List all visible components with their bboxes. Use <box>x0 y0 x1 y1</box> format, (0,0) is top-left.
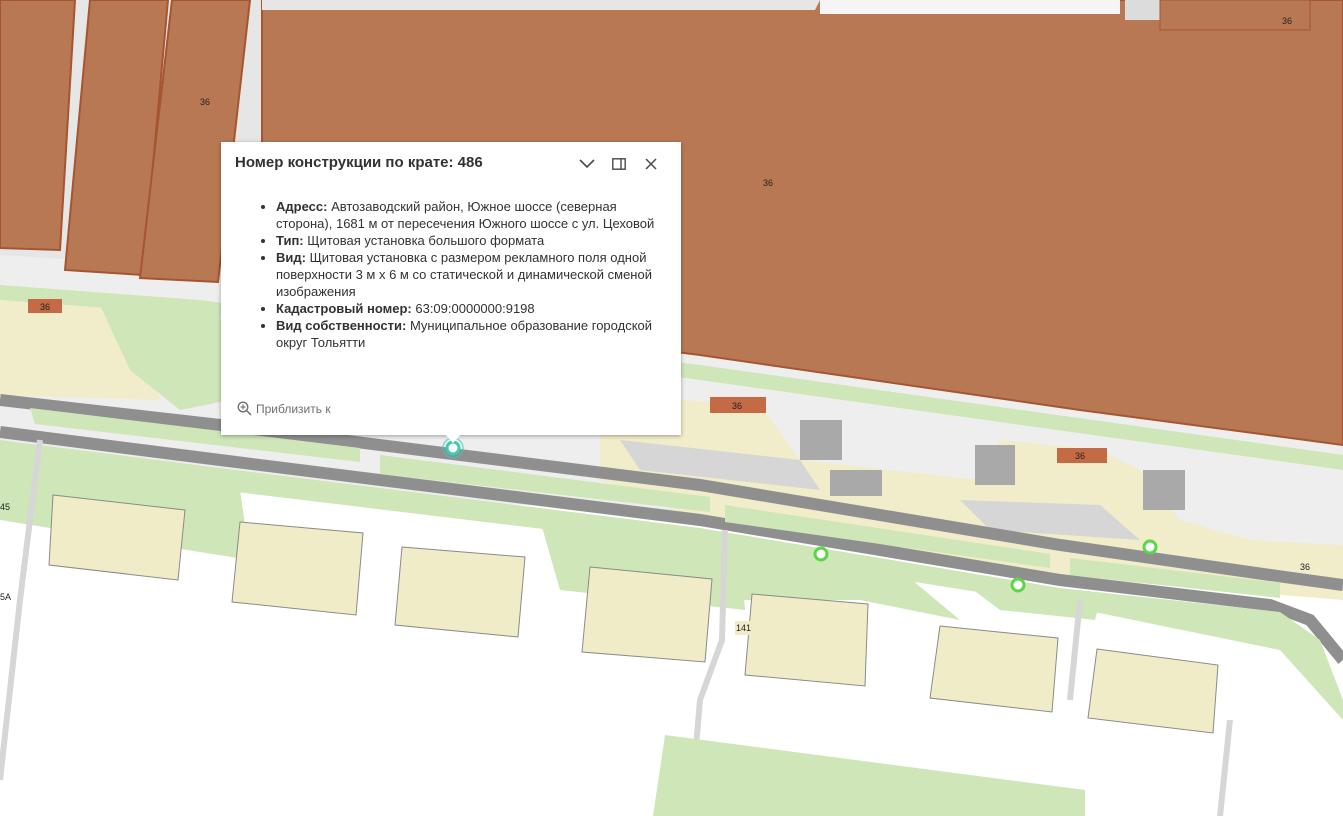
lot-6 <box>929 625 1059 713</box>
feature-point[interactable] <box>813 546 829 562</box>
building-notch <box>262 0 820 10</box>
zoom-to-label: Приблизить к <box>256 401 331 416</box>
map-label: 36 <box>732 401 742 411</box>
popup-pointer <box>444 433 462 443</box>
attribute-cadastral-number: Кадастровый номер: 63:09:0000000:9198 <box>276 300 665 317</box>
dock-icon <box>612 158 626 170</box>
attribute-value: 63:09:0000000:9198 <box>415 301 535 316</box>
feature-point[interactable] <box>1010 577 1026 593</box>
feature-popup: Номер конструкции по крате: 486 Адресс: … <box>221 142 681 443</box>
map-label: 5А <box>0 592 11 602</box>
map-label: 36 <box>200 97 210 107</box>
map-label: 141 <box>736 623 751 633</box>
notch-strip <box>820 0 1120 14</box>
map-label: 45 <box>0 502 10 512</box>
collapse-button[interactable] <box>571 153 603 175</box>
zoom-in-icon <box>237 401 252 416</box>
lot-4 <box>581 566 713 663</box>
attribute-label: Кадастровый номер: <box>276 301 412 316</box>
attribute-value: Автозаводский район, Южное шоссе (северн… <box>276 199 655 231</box>
attribute-label: Адресс: <box>276 199 328 214</box>
attribute-value: Щитовая установка большого формата <box>307 233 545 248</box>
popup-actions <box>571 153 667 175</box>
map-label: 36 <box>1300 562 1310 572</box>
gray-block-3 <box>1143 470 1185 510</box>
attribute-kind: Вид: Щитовая установка с размером реклам… <box>276 249 665 300</box>
feature-point[interactable] <box>1142 539 1158 555</box>
popup-title: Номер конструкции по крате: 486 <box>235 154 483 171</box>
map-label: 36 <box>1075 451 1085 461</box>
zoom-to-button[interactable]: Приблизить к <box>237 401 331 416</box>
attribute-ownership: Вид собственности: Муниципальное образов… <box>276 317 665 351</box>
lot-5 <box>744 593 869 687</box>
gray-block-1 <box>800 420 842 460</box>
gray-block-4 <box>830 470 882 496</box>
attribute-label: Вид собственности: <box>276 318 407 333</box>
popup-content: Адресс: Автозаводский район, Южное шоссе… <box>235 198 665 351</box>
attribute-list: Адресс: Автозаводский район, Южное шоссе… <box>235 198 665 351</box>
selected-feature-point[interactable] <box>445 440 461 456</box>
attribute-type: Тип: Щитовая установка большого формата <box>276 232 665 249</box>
close-icon <box>645 158 657 170</box>
map-label: 36 <box>763 178 773 188</box>
attribute-address: Адресс: Автозаводский район, Южное шоссе… <box>276 198 665 232</box>
map-label: 36 <box>1282 16 1292 26</box>
attribute-label: Тип: <box>276 233 304 248</box>
close-button[interactable] <box>635 153 667 175</box>
lot-2 <box>231 521 364 616</box>
lot-1 <box>48 494 186 581</box>
chevron-down-icon <box>579 159 595 169</box>
gray-block-2 <box>975 445 1015 485</box>
map-label: 36 <box>40 302 50 312</box>
dock-button[interactable] <box>603 153 635 175</box>
attribute-value: Щитовая установка с размером рекламного … <box>276 250 652 299</box>
lot-3 <box>394 546 526 638</box>
notch <box>1125 0 1165 20</box>
attribute-label: Вид: <box>276 250 306 265</box>
